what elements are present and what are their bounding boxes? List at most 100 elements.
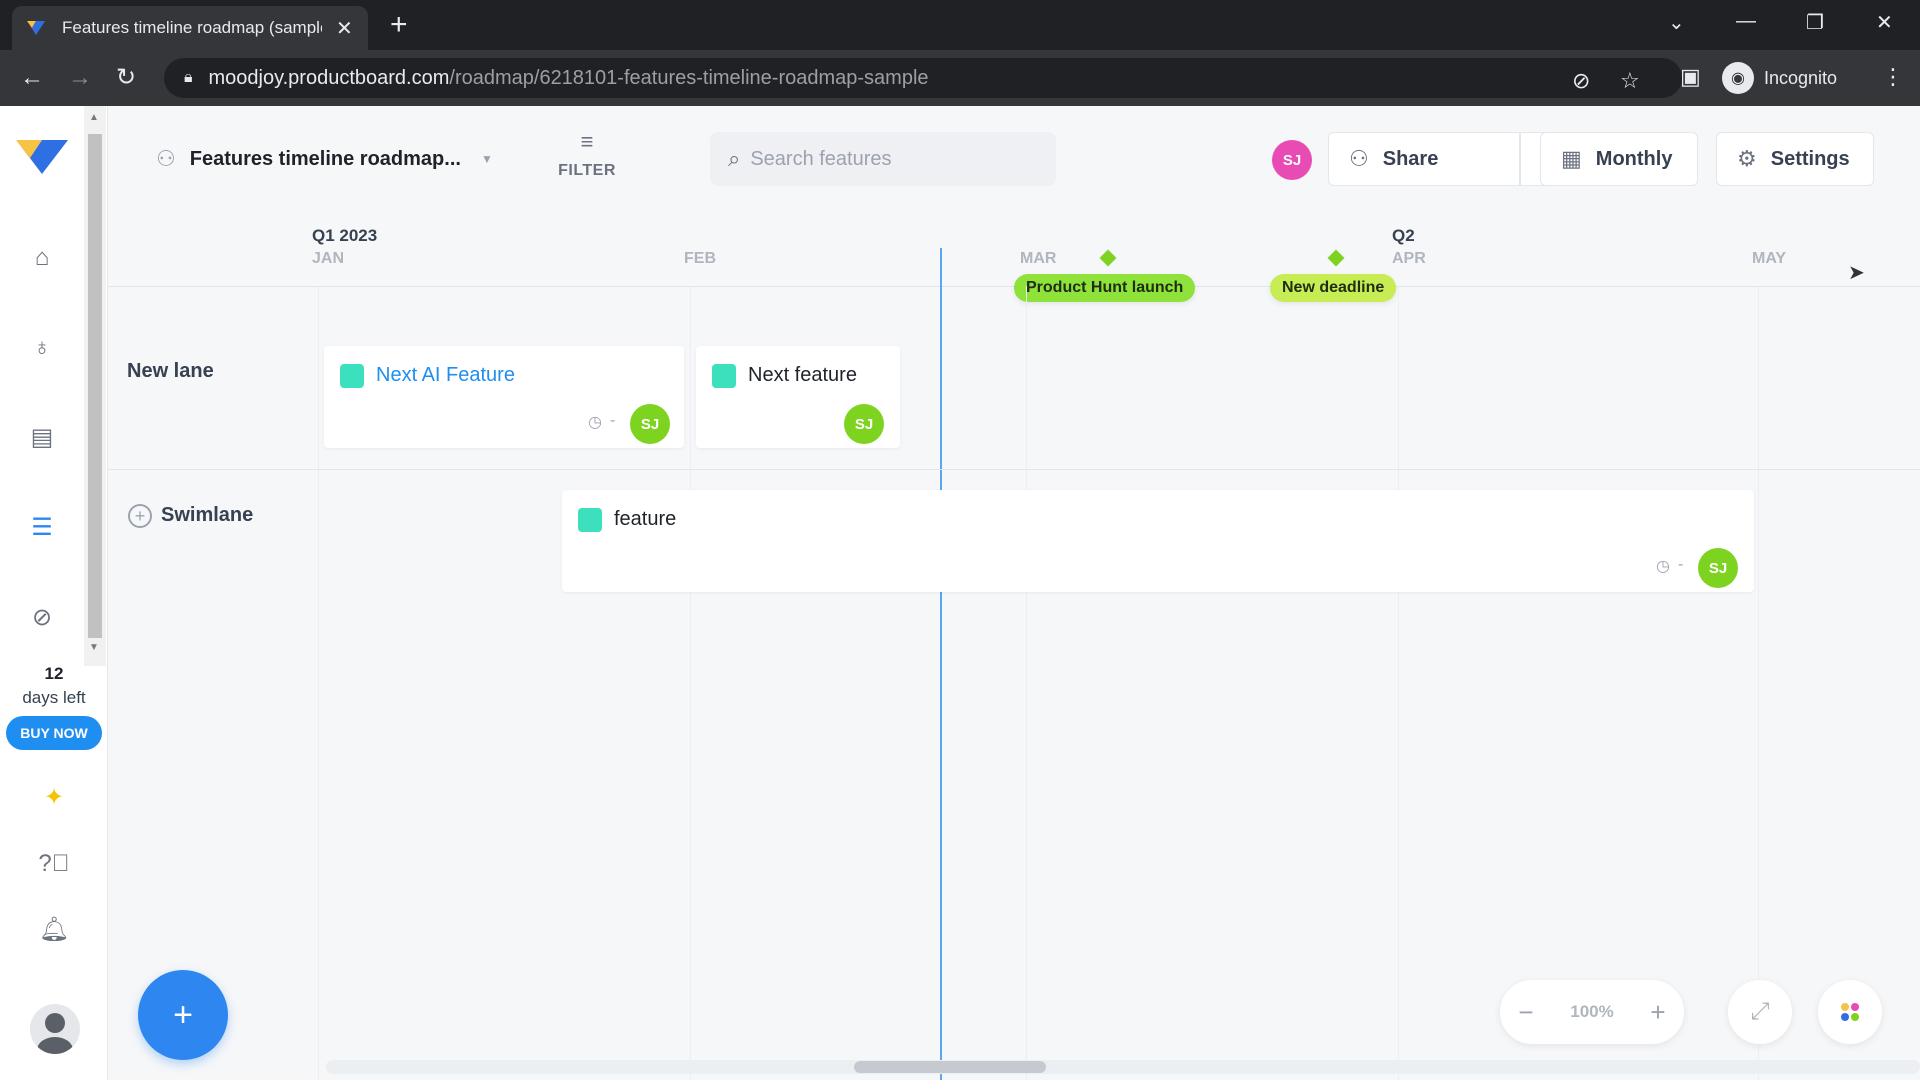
- current-user-avatar[interactable]: SJ: [1272, 140, 1312, 180]
- feature-status-square: [578, 508, 602, 532]
- milestone-marker[interactable]: [1327, 249, 1345, 267]
- timeframe-value: -: [1678, 556, 1684, 573]
- feature-card[interactable]: Next AI Feature ◷ - SJ: [324, 346, 684, 448]
- forward-icon[interactable]: →: [68, 64, 92, 92]
- roadmap-selector[interactable]: ⚇ Features timeline roadmap... ▼: [156, 146, 493, 172]
- incognito-indicator[interactable]: ◉ Incognito: [1722, 58, 1837, 98]
- share-people-icon: ⚇: [1349, 146, 1369, 171]
- url-field[interactable]: 🔒︎ moodjoy.productboard.com/roadmap/6218…: [164, 58, 1682, 98]
- scroll-up-icon[interactable]: ▲: [89, 112, 99, 123]
- monthly-label: Monthly: [1595, 147, 1673, 170]
- milestone-new-deadline[interactable]: New deadline: [1270, 274, 1397, 302]
- add-lane-icon[interactable]: +: [128, 504, 152, 528]
- lane-divider: [108, 469, 1920, 470]
- gear-icon: ⚙: [1737, 146, 1757, 171]
- productboard-favicon-icon: [27, 21, 45, 35]
- bell-icon[interactable]: 🔔︎: [38, 914, 70, 946]
- apps-button[interactable]: [1818, 980, 1882, 1044]
- feature-status-square: [340, 364, 364, 388]
- roadmap-icon[interactable]: ☰: [26, 512, 58, 544]
- share-button[interactable]: ⚇ Share: [1328, 132, 1520, 186]
- objectives-icon[interactable]: ⊘: [26, 602, 58, 634]
- team-icon: ⚇: [156, 146, 176, 171]
- owner-avatar[interactable]: SJ: [630, 404, 670, 444]
- lane-name-swimlane[interactable]: Swimlane: [161, 504, 253, 527]
- expand-icon: ⤢: [1750, 998, 1770, 1025]
- filter-button[interactable]: ≡ FILTER: [558, 130, 616, 180]
- help-icon[interactable]: ?⃝: [38, 848, 70, 880]
- plus-icon: +: [173, 995, 193, 1034]
- feature-card[interactable]: Next feature SJ: [696, 346, 900, 448]
- feature-card[interactable]: feature ◷ - SJ: [562, 490, 1754, 592]
- browser-tab[interactable]: Features timeline roadmap (sample) ✕: [12, 6, 368, 50]
- owner-avatar[interactable]: SJ: [1698, 548, 1738, 588]
- month-label-jan: JAN: [312, 250, 345, 267]
- minimize-icon[interactable]: —: [1736, 10, 1756, 33]
- chevron-down-icon: ▼: [480, 152, 493, 166]
- clock-icon: ◷: [1656, 558, 1670, 575]
- month-label-apr: APR: [1392, 250, 1426, 267]
- sparkles-icon[interactable]: ✦: [38, 782, 70, 814]
- month-label-mar: MAR: [1020, 250, 1057, 267]
- owner-avatar[interactable]: SJ: [844, 404, 884, 444]
- notes-icon[interactable]: ▤: [26, 422, 58, 454]
- browser-menu-icon[interactable]: ⋮: [1882, 64, 1904, 90]
- grid-line: [1758, 286, 1759, 1080]
- star-icon[interactable]: ☆: [1620, 68, 1640, 94]
- window-close-icon[interactable]: ✕: [1876, 10, 1893, 35]
- tab-search-icon[interactable]: ⌄: [1668, 10, 1685, 35]
- restore-icon[interactable]: ❐: [1806, 10, 1824, 35]
- search-input[interactable]: [750, 147, 1031, 171]
- timeline-scroll-thumb[interactable]: [854, 1061, 1046, 1073]
- today-line: [940, 248, 942, 1080]
- reload-icon[interactable]: ↻: [116, 64, 136, 92]
- sidebar-scrollbar[interactable]: ▲ ▼: [84, 106, 106, 666]
- apps-grid-icon: [1841, 1003, 1859, 1021]
- monthly-button[interactable]: ▦ Monthly: [1540, 132, 1698, 186]
- feature-title[interactable]: Next AI Feature: [376, 364, 515, 387]
- back-icon[interactable]: ←: [20, 64, 44, 92]
- filter-icon: ≡: [580, 129, 594, 154]
- settings-button[interactable]: ⚙ Settings: [1716, 132, 1874, 186]
- mouse-cursor-icon: ➤: [1848, 262, 1865, 284]
- clock-icon: ◷: [588, 414, 602, 431]
- user-silhouette-icon: [37, 1013, 73, 1054]
- zoom-out-icon[interactable]: −: [1518, 997, 1533, 1028]
- app-sidebar: ⌂ ♁ ▤ ☰ ⊘ ▲ ▼ 12 days left BUY NOW ✦ ?⃝ …: [0, 106, 108, 1080]
- lightbulb-icon[interactable]: ♁: [26, 332, 58, 364]
- sidebar-scroll-thumb[interactable]: [88, 134, 102, 638]
- settings-label: Settings: [1770, 147, 1850, 170]
- milestone-product-hunt[interactable]: Product Hunt launch: [1014, 274, 1196, 302]
- browser-tab-bar: Features timeline roadmap (sample) ✕ + ⌄…: [0, 0, 1920, 50]
- roadmap-title: Features timeline roadmap...: [189, 147, 461, 170]
- lane-name-new-lane[interactable]: New lane: [127, 360, 214, 383]
- scroll-down-icon[interactable]: ▼: [89, 642, 99, 653]
- milestone-marker[interactable]: [1099, 249, 1117, 267]
- eye-off-icon[interactable]: ⊘: [1572, 68, 1590, 94]
- month-label-may: MAY: [1752, 250, 1787, 267]
- zoom-level: 100%: [1570, 1002, 1614, 1021]
- fullscreen-button[interactable]: ⤢: [1728, 980, 1792, 1044]
- zoom-in-icon[interactable]: +: [1650, 997, 1665, 1028]
- incognito-label: Incognito: [1764, 67, 1838, 88]
- browser-address-bar: ← → ↻ 🔒︎ moodjoy.productboard.com/roadma…: [0, 50, 1920, 106]
- productboard-logo-icon[interactable]: [14, 134, 70, 178]
- feature-title[interactable]: feature: [614, 508, 676, 531]
- lock-icon: 🔒︎: [184, 69, 193, 86]
- create-feature-button[interactable]: +: [138, 970, 228, 1060]
- side-panel-icon[interactable]: ▣: [1680, 64, 1701, 90]
- new-tab-icon[interactable]: +: [390, 8, 408, 42]
- search-box[interactable]: ⌕: [710, 132, 1056, 186]
- trial-days-count: 12: [44, 664, 64, 683]
- feature-title[interactable]: Next feature: [748, 364, 857, 387]
- buy-now-button[interactable]: BUY NOW: [6, 716, 102, 750]
- zoom-control: − 100% +: [1500, 980, 1684, 1044]
- home-icon[interactable]: ⌂: [26, 242, 58, 274]
- tab-close-icon[interactable]: ✕: [336, 16, 353, 41]
- calendar-icon: ▦: [1561, 146, 1582, 171]
- timeline-horizontal-scrollbar[interactable]: [326, 1060, 1920, 1074]
- search-icon: ⌕: [728, 146, 741, 171]
- grid-line: [1026, 286, 1027, 1080]
- user-avatar[interactable]: [30, 1004, 80, 1054]
- timeframe-value: -: [610, 412, 616, 429]
